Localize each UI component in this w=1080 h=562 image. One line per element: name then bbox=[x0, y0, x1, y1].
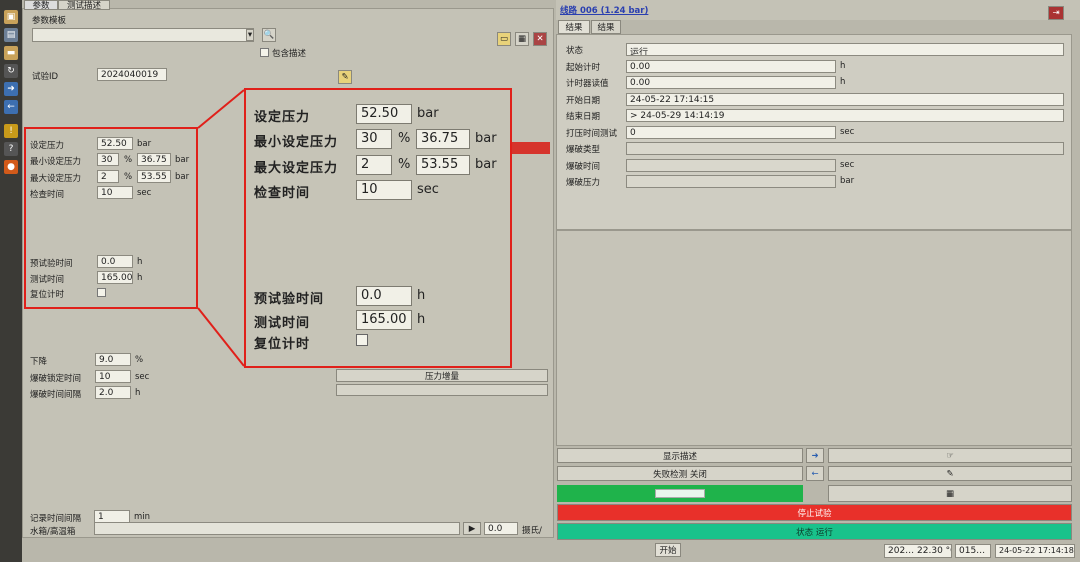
result-label: 爆破时间 bbox=[566, 161, 601, 172]
back-arrow-button[interactable]: ← bbox=[806, 466, 824, 481]
results-lower-panel bbox=[556, 230, 1072, 446]
celsius-label: 摄氏/ bbox=[522, 526, 542, 536]
zoom-test-time-unit: h bbox=[417, 312, 426, 327]
zoom-test-time-field: 165.00 bbox=[356, 310, 412, 330]
burst-interval-field[interactable]: 2.0 bbox=[95, 386, 131, 399]
code-status: 015… bbox=[955, 544, 991, 558]
burst-lock-label: 爆破锁定时间 bbox=[30, 374, 82, 384]
exit-icon[interactable]: ⇥ bbox=[1048, 6, 1064, 20]
result-unit: sec bbox=[840, 126, 855, 137]
zoom-set-pressure-field: 52.50 bbox=[356, 104, 412, 124]
burst-lock-unit: sec bbox=[135, 372, 150, 382]
fail-detect-button[interactable]: 失败检测 关闭 bbox=[557, 466, 803, 481]
result-value: 24-05-22 17:14:15 bbox=[626, 92, 1064, 106]
result-unit: sec bbox=[840, 159, 855, 170]
zoom-check-time-field: 10 bbox=[356, 180, 412, 200]
result-unit: h bbox=[840, 60, 846, 71]
zoom-min-value-field: 36.75 bbox=[416, 129, 470, 149]
result-unit: bar bbox=[840, 176, 855, 186]
zoom-max-value-field: 53.55 bbox=[416, 155, 470, 175]
zoom-reset-timer-label: 复位计时 bbox=[254, 337, 311, 352]
result-label: 开始日期 bbox=[566, 95, 601, 106]
result-label: 爆破压力 bbox=[566, 178, 601, 188]
zoom-reset-timer-checkbox bbox=[356, 334, 368, 346]
result-label: 打压时间测试 bbox=[566, 128, 618, 139]
zoom-check-time-unit: sec bbox=[417, 182, 439, 197]
log-interval-label: 记录时间间隔 bbox=[30, 514, 82, 524]
tank-label: 水箱/高温箱 bbox=[30, 527, 76, 537]
result-label: 起始计时 bbox=[566, 62, 601, 73]
forward-arrow-button[interactable]: ➜ bbox=[806, 448, 824, 463]
zoom-set-pressure-unit: bar bbox=[417, 106, 439, 121]
tab-result-1[interactable]: 结果 bbox=[558, 20, 590, 34]
burst-interval-label: 爆破时间间隔 bbox=[30, 390, 82, 400]
pressure-increase-button[interactable]: 压力增量 bbox=[336, 369, 548, 382]
line-title: 线路 006 (1.24 bar) bbox=[560, 6, 649, 16]
zoom-test-time-label: 测试时间 bbox=[254, 316, 311, 331]
show-description-button[interactable]: 显示描述 bbox=[557, 448, 803, 463]
drop-field[interactable]: 9.0 bbox=[95, 353, 131, 366]
zoom-set-pressure-label: 设定压力 bbox=[254, 110, 311, 125]
log-interval-unit: min bbox=[134, 512, 151, 522]
result-value bbox=[626, 158, 836, 172]
result-value: 0.00 bbox=[626, 76, 836, 89]
zoom-pretest-label: 预试验时间 bbox=[254, 292, 325, 307]
result-label: 计时器读值 bbox=[566, 79, 609, 89]
zoom-max-pct-field: 2 bbox=[356, 155, 392, 175]
result-value bbox=[626, 175, 836, 188]
zoom-min-value-unit: bar bbox=[475, 131, 497, 146]
result-value: > 24-05-29 14:14:19 bbox=[626, 109, 1064, 122]
left-panel-red-marker bbox=[512, 142, 550, 154]
action-button-1[interactable]: ☞ bbox=[828, 448, 1072, 463]
result-label: 结束日期 bbox=[566, 112, 601, 122]
zoom-check-time-label: 检查时间 bbox=[254, 186, 311, 201]
burst-lock-field[interactable]: 10 bbox=[95, 370, 131, 383]
result-value: 0 bbox=[626, 125, 836, 139]
zoom-max-pct-unit: % bbox=[398, 157, 411, 172]
tank-value-field: 0.0 bbox=[484, 522, 518, 535]
drop-unit: % bbox=[135, 355, 144, 365]
result-label: 爆破类型 bbox=[566, 145, 601, 155]
zoom-min-pressure-label: 最小设定压力 bbox=[254, 135, 339, 150]
disabled-button bbox=[336, 384, 548, 396]
start-button[interactable]: 开始 bbox=[655, 543, 681, 557]
result-value: 运行 bbox=[626, 43, 1064, 56]
datetime-status: 24-05-22 17:14:18 bbox=[995, 544, 1075, 558]
zoom-max-pressure-label: 最大设定压力 bbox=[254, 161, 339, 176]
temperature-status: 202… 22.30 °C bbox=[884, 544, 952, 558]
zoom-max-value-unit: bar bbox=[475, 157, 497, 172]
result-value: 0.00 bbox=[626, 59, 836, 73]
burst-interval-unit: h bbox=[135, 388, 141, 398]
status-running-bar: 状态 运行 bbox=[557, 523, 1072, 540]
zoom-min-pct-field: 30 bbox=[356, 129, 392, 149]
tank-select[interactable] bbox=[94, 522, 460, 535]
result-value bbox=[626, 142, 1064, 155]
zoom-pretest-field: 0.0 bbox=[356, 286, 412, 306]
action-button-3[interactable]: ▦ bbox=[828, 485, 1072, 502]
stop-test-button[interactable]: 停止试验 bbox=[557, 504, 1072, 521]
action-button-2[interactable]: ✎ bbox=[828, 466, 1072, 481]
tank-arrow-button[interactable]: ▶ bbox=[463, 522, 481, 535]
result-unit: h bbox=[840, 77, 846, 87]
progress-indicator bbox=[655, 489, 705, 498]
drop-label: 下降 bbox=[30, 357, 48, 367]
zoom-min-pct-unit: % bbox=[398, 131, 411, 146]
tab-result-2[interactable]: 结果 bbox=[591, 20, 621, 34]
result-label: 状态 bbox=[566, 46, 584, 56]
zoom-pretest-unit: h bbox=[417, 288, 426, 303]
